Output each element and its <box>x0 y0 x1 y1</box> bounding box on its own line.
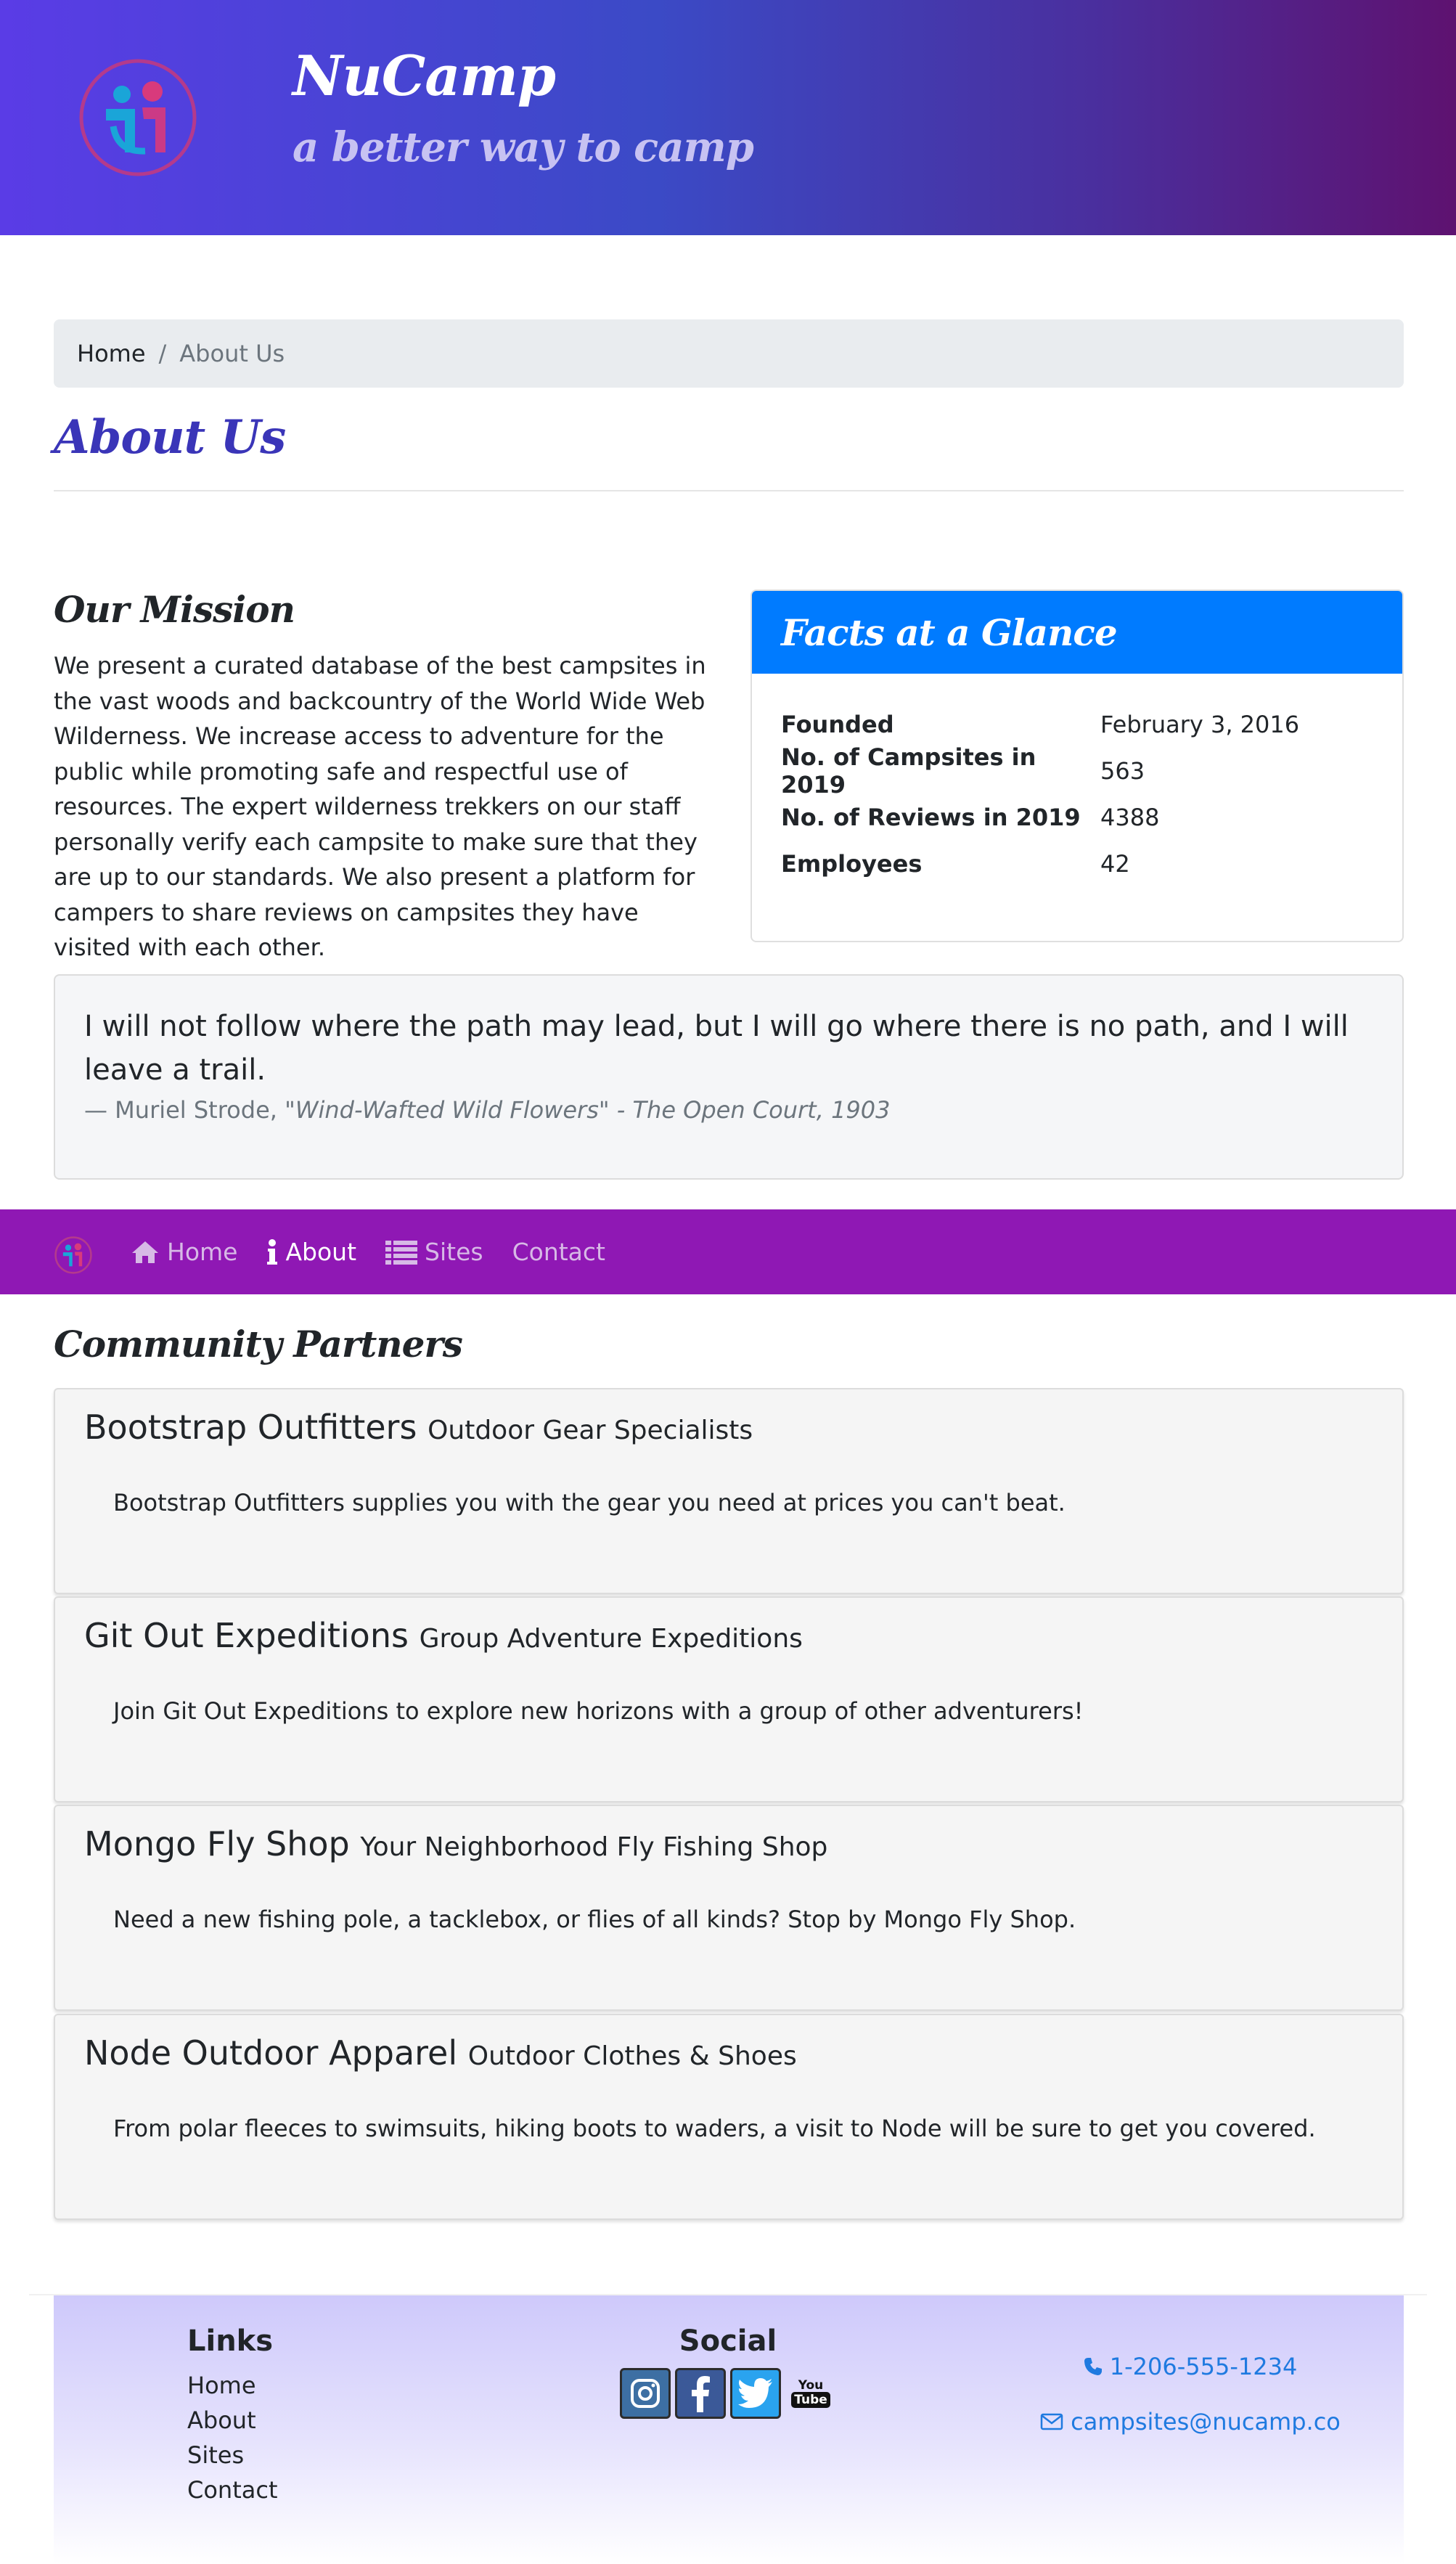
breadcrumb-home-link[interactable]: Home <box>77 340 146 367</box>
breadcrumb-separator: / <box>158 340 167 367</box>
youtube-text-top: You <box>798 2378 824 2393</box>
quote-author: — Muriel Strode, <box>84 1096 277 1124</box>
partner-name: Node Outdoor Apparel <box>84 2033 458 2073</box>
partner-card: Node Outdoor Apparel Outdoor Clothes & S… <box>54 2014 1404 2220</box>
partner-heading: Git Out Expeditions Group Adventure Expe… <box>84 1612 1373 1662</box>
footer-link-about[interactable]: About <box>187 2403 278 2438</box>
nav-item-sites[interactable]: Sites <box>385 1238 483 1266</box>
mission-title: Our Mission <box>54 588 295 631</box>
footer-link-sites[interactable]: Sites <box>187 2438 278 2473</box>
facebook-icon[interactable] <box>675 2368 726 2419</box>
mission-quote: I will not follow where the path may lea… <box>54 974 1404 1180</box>
fact-label: Employees <box>781 850 923 878</box>
youtube-text-bottom: Tube <box>791 2392 830 2408</box>
info-icon <box>267 1238 278 1265</box>
footer-email: campsites@nucamp.co <box>1071 2408 1341 2436</box>
nucamp-logo[interactable] <box>77 57 199 179</box>
navbar-items: Home About Sites Contact <box>131 1209 634 1294</box>
main-navbar: Home About Sites Contact <box>0 1209 1456 1294</box>
partner-description: Join Git Out Expeditions to explore new … <box>113 1697 1084 1725</box>
site-header: NuCamp a better way to camp <box>0 0 1456 235</box>
partner-description: Need a new fishing pole, a tacklebox, or… <box>113 1906 1076 1933</box>
twitter-icon[interactable] <box>730 2368 781 2419</box>
home-icon <box>132 1241 158 1263</box>
nav-item-label: About <box>285 1238 357 1266</box>
partner-description: Bootstrap Outfitters supplies you with t… <box>113 1489 1066 1516</box>
footer-phone: 1-206-555-1234 <box>1109 2353 1298 2380</box>
partner-subtitle: Your Neighborhood Fly Fishing Shop <box>360 1832 828 1862</box>
partner-subtitle: Group Adventure Expeditions <box>419 1624 803 1654</box>
instagram-icon[interactable] <box>620 2368 671 2419</box>
fact-value: 42 <box>1100 850 1130 878</box>
nav-item-label: Home <box>167 1238 238 1266</box>
footer-social-heading: Social <box>679 2324 777 2358</box>
navbar-logo[interactable] <box>54 1236 93 1275</box>
fact-value: 563 <box>1100 757 1145 785</box>
title-divider <box>54 490 1404 491</box>
breadcrumb-active: About Us <box>179 340 285 367</box>
fact-label: No. of Reviews in 2019 <box>781 804 1081 831</box>
fact-value: February 3, 2016 <box>1100 711 1300 738</box>
nav-item-label: Sites <box>425 1238 483 1266</box>
facts-card-title: Facts at a Glance <box>781 611 1118 654</box>
fact-label: No. of Campsites in 2019 <box>781 743 1036 799</box>
partner-subtitle: Outdoor Gear Specialists <box>428 1416 753 1445</box>
phone-icon <box>1084 2358 1102 2375</box>
partner-card: Git Out Expeditions Group Adventure Expe… <box>54 1596 1404 1802</box>
fact-row: Founded February 3, 2016 <box>781 701 1373 748</box>
partners-title: Community Partners <box>54 1323 463 1365</box>
partner-card: Mongo Fly Shop Your Neighborhood Fly Fis… <box>54 1805 1404 2011</box>
nav-item-home[interactable]: Home <box>131 1238 237 1266</box>
mission-text: We present a curated database of the bes… <box>54 652 706 961</box>
footer-social: Social You Tube <box>565 2324 891 2419</box>
brand-title: NuCamp <box>293 44 556 108</box>
partner-heading: Node Outdoor Apparel Outdoor Clothes & S… <box>84 2030 1373 2080</box>
social-icons: You Tube <box>565 2368 891 2419</box>
nav-item-label: Contact <box>512 1238 605 1266</box>
envelope-icon <box>1040 2413 1063 2430</box>
footer-contact: 1-206-555-1234 campsites@nucamp.co <box>1038 2339 1343 2449</box>
footer-email-link[interactable]: campsites@nucamp.co <box>1038 2394 1343 2449</box>
quote-text: I will not follow where the path may lea… <box>84 1010 1349 1087</box>
brand-tagline: a better way to camp <box>293 123 754 171</box>
partner-name: Git Out Expeditions <box>84 1616 409 1655</box>
facts-card-header: Facts at a Glance <box>752 591 1402 674</box>
site-footer: Links Home About Sites Contact Social Yo… <box>54 2295 1404 2564</box>
partner-name: Bootstrap Outfitters <box>84 1408 417 1447</box>
partner-heading: Bootstrap Outfitters Outdoor Gear Specia… <box>84 1404 1373 1454</box>
footer-link-contact[interactable]: Contact <box>187 2473 278 2507</box>
fact-value: 4388 <box>1100 804 1160 831</box>
partner-card: Bootstrap Outfitters Outdoor Gear Specia… <box>54 1388 1404 1594</box>
page-title: About Us <box>54 410 286 465</box>
footer-phone-link[interactable]: 1-206-555-1234 <box>1038 2339 1343 2394</box>
fact-row: Employees 42 <box>781 841 1373 887</box>
footer-links: Links Home About Sites Contact <box>187 2324 278 2507</box>
facts-card: Facts at a Glance Founded February 3, 20… <box>751 589 1404 942</box>
fact-label: Founded <box>781 711 894 738</box>
nav-item-contact[interactable]: Contact <box>512 1238 605 1266</box>
fact-row: No. of Campsites in 2019 563 <box>781 743 1373 799</box>
partner-subtitle: Outdoor Clothes & Shoes <box>467 2041 797 2071</box>
partner-name: Mongo Fly Shop <box>84 1824 350 1863</box>
footer-link-home[interactable]: Home <box>187 2368 278 2403</box>
partner-description: From polar fleeces to swimsuits, hiking … <box>113 2115 1316 2142</box>
list-icon <box>385 1240 418 1265</box>
quote-attribution: — Muriel Strode, "Wind-Wafted Wild Flowe… <box>84 1096 1373 1124</box>
fact-row: No. of Reviews in 2019 4388 <box>781 794 1373 841</box>
youtube-icon[interactable]: You Tube <box>785 2368 836 2419</box>
nav-item-about[interactable]: About <box>266 1238 356 1266</box>
breadcrumb: Home / About Us <box>54 319 1404 388</box>
partner-heading: Mongo Fly Shop Your Neighborhood Fly Fis… <box>84 1821 1373 1871</box>
footer-links-heading: Links <box>187 2324 274 2358</box>
quote-source: "Wind-Wafted Wild Flowers" - The Open Co… <box>285 1096 891 1124</box>
facts-list: Founded February 3, 2016 No. of Campsite… <box>752 674 1402 887</box>
